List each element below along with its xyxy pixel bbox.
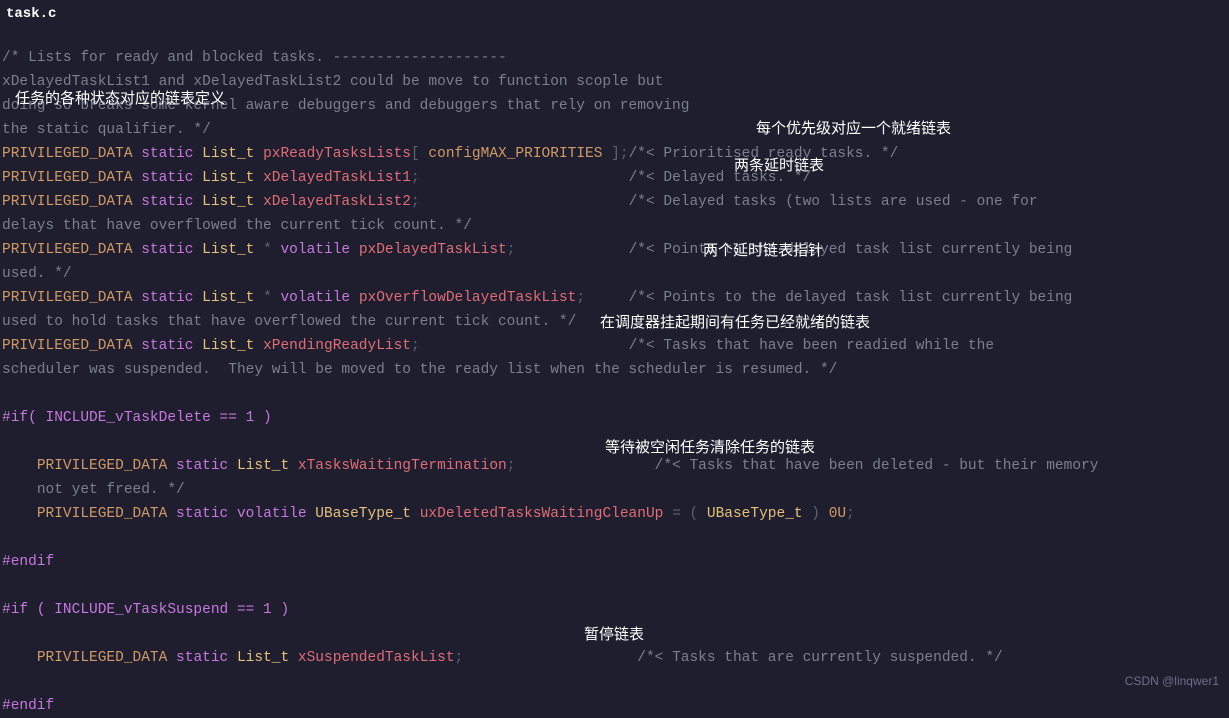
keyword-token: volatile (280, 242, 350, 258)
var-token: xTasksWaitingTermination (298, 458, 507, 474)
macro-token: configMAX_PRIORITIES (428, 146, 602, 162)
annotation-two-delay-ptrs: 两个延时链表指针 (703, 239, 823, 263)
macro-token: PRIVILEGED_DATA (2, 242, 133, 258)
var-token: pxOverflowDelayedTaskList (359, 290, 577, 306)
preprocessor-endif: #endif (2, 554, 54, 570)
var-token: xDelayedTaskList2 (263, 194, 411, 210)
type-token: List_t (202, 242, 254, 258)
keyword-token: static (141, 338, 193, 354)
comment-inline: /*< Points to the delayed task list curr… (629, 242, 1073, 258)
preprocessor-endif: #endif (2, 698, 54, 714)
var-token: uxDeletedTasksWaitingCleanUp (420, 506, 664, 522)
type-token: UBaseType_t (315, 506, 411, 522)
keyword-token: static (141, 170, 193, 186)
comment-inline: /*< Tasks that have been readied while t… (629, 338, 994, 354)
preprocessor-if: #if ( INCLUDE_vTaskSuspend == 1 ) (2, 602, 289, 618)
keyword-token: static (141, 194, 193, 210)
comment-inline: /*< Points to the delayed task list curr… (629, 290, 1073, 306)
var-token: xSuspendedTaskList (298, 650, 455, 666)
preprocessor-if: #if( INCLUDE_vTaskDelete == 1 ) (2, 410, 272, 426)
comment-inline: /*< Tasks that have been deleted - but t… (655, 458, 1099, 474)
annotation-priority-ready: 每个优先级对应一个就绪链表 (756, 117, 951, 141)
annotation-pending-ready: 在调度器挂起期间有任务已经就绪的链表 (600, 311, 870, 335)
macro-token: PRIVILEGED_DATA (37, 458, 168, 474)
comment-line: used. */ (2, 266, 72, 282)
type-token: List_t (202, 146, 254, 162)
macro-token: PRIVILEGED_DATA (2, 146, 133, 162)
keyword-token: static (141, 290, 193, 306)
type-token: List_t (202, 170, 254, 186)
comment-inline: /*< Delayed tasks (two lists are used - … (629, 194, 1038, 210)
number-token: 0U (829, 506, 846, 522)
keyword-token: static (176, 650, 228, 666)
type-token: List_t (202, 290, 254, 306)
keyword-token: volatile (237, 506, 307, 522)
comment-line: /* Lists for ready and blocked tasks. --… (2, 50, 507, 66)
type-token: List_t (202, 338, 254, 354)
type-token: List_t (237, 650, 289, 666)
macro-token: PRIVILEGED_DATA (2, 194, 133, 210)
comment-line: not yet freed. */ (37, 482, 185, 498)
var-token: pxReadyTasksLists (263, 146, 411, 162)
keyword-token: static (141, 242, 193, 258)
comment-line: delays that have overflowed the current … (2, 218, 472, 234)
keyword-token: volatile (280, 290, 350, 306)
keyword-token: static (176, 458, 228, 474)
type-token: List_t (237, 458, 289, 474)
type-token: UBaseType_t (707, 506, 803, 522)
type-token: List_t (202, 194, 254, 210)
var-token: xDelayedTaskList1 (263, 170, 411, 186)
macro-token: PRIVILEGED_DATA (37, 650, 168, 666)
macro-token: PRIVILEGED_DATA (2, 170, 133, 186)
macro-token: PRIVILEGED_DATA (2, 338, 133, 354)
watermark-label: CSDN @linqwer1 (1125, 669, 1219, 693)
annotation-suspended: 暂停链表 (584, 623, 644, 647)
var-token: xPendingReadyList (263, 338, 411, 354)
keyword-token: static (141, 146, 193, 162)
comment-inline: /*< Tasks that are currently suspended. … (637, 650, 1002, 666)
macro-token: PRIVILEGED_DATA (2, 290, 133, 306)
annotation-task-states: 任务的各种状态对应的链表定义 (15, 87, 225, 111)
keyword-token: static (176, 506, 228, 522)
macro-token: PRIVILEGED_DATA (37, 506, 168, 522)
var-token: pxDelayedTaskList (359, 242, 507, 258)
annotation-waiting-termination: 等待被空闲任务清除任务的链表 (605, 436, 815, 460)
comment-line: used to hold tasks that have overflowed … (2, 314, 576, 330)
comment-line: scheduler was suspended. They will be mo… (2, 362, 837, 378)
annotation-two-delay-lists: 两条延时链表 (734, 154, 824, 178)
comment-line: the static qualifier. */ (2, 122, 211, 138)
